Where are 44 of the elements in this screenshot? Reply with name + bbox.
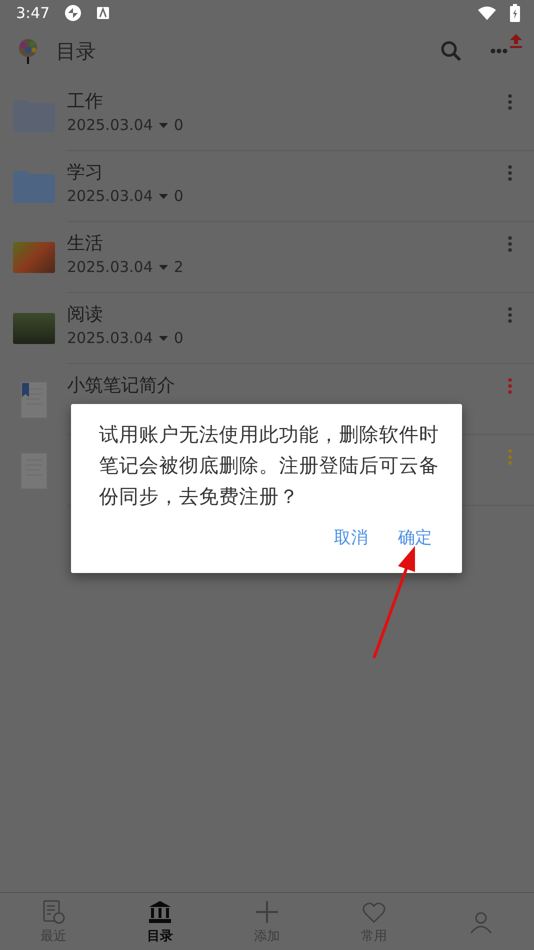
more-vertical-icon[interactable] xyxy=(508,94,512,110)
photo-placeholder xyxy=(12,313,54,344)
more-vertical-icon[interactable] xyxy=(508,307,512,323)
note-title[interactable]: 工作 xyxy=(67,89,103,113)
dialog-button[interactable]: 取消 xyxy=(332,524,370,551)
more-options-icon[interactable] xyxy=(490,48,508,54)
document-icon xyxy=(20,380,48,418)
heart-icon xyxy=(362,900,386,924)
note-title[interactable]: 小筑笔记简介 xyxy=(67,373,175,397)
more-vertical-icon[interactable] xyxy=(508,449,512,465)
count-text: 0 xyxy=(174,329,184,347)
dialog-message: 试用账户无法使用此功能，删除软件时笔记会被彻底删除。注册登陆后可云备份同步，去免费注册？ xyxy=(99,422,440,510)
note-title[interactable]: 阅读 xyxy=(67,302,103,326)
search-icon[interactable] xyxy=(440,40,462,62)
more-vertical-icon[interactable] xyxy=(508,378,512,394)
nav-tab[interactable]: 目录 xyxy=(106,893,214,950)
date-text: 2025.03.04 xyxy=(67,258,153,276)
keyboard-icon xyxy=(96,6,110,20)
date-text: 2025.03.04 xyxy=(67,187,153,205)
status-time: 3:47 xyxy=(16,4,50,22)
count-text: 2 xyxy=(174,258,184,276)
sync-icon xyxy=(64,4,82,22)
note-title[interactable]: 生活 xyxy=(67,231,103,255)
person-icon xyxy=(468,910,493,934)
dropdown-caret-icon[interactable] xyxy=(158,336,168,340)
header-title: 目录 xyxy=(56,38,97,64)
date-text: 2025.03.04 xyxy=(67,329,153,347)
dialog-button[interactable]: 确定 xyxy=(396,524,434,551)
count-text: 0 xyxy=(174,187,184,205)
more-vertical-icon[interactable] xyxy=(508,165,512,181)
dropdown-caret-icon[interactable] xyxy=(158,122,168,128)
recent-notes-icon xyxy=(41,900,66,924)
count-text: 0 xyxy=(174,116,184,134)
add-icon xyxy=(254,900,279,924)
photo-placeholder xyxy=(12,242,54,273)
wifi-icon xyxy=(478,6,496,20)
dropdown-caret-icon[interactable] xyxy=(158,264,168,270)
upload-icon[interactable] xyxy=(510,34,522,48)
date-text: 2025.03.04 xyxy=(67,116,153,134)
battery-icon xyxy=(510,4,520,22)
library-icon xyxy=(148,900,172,924)
dropdown-caret-icon[interactable] xyxy=(158,194,168,198)
note-title[interactable]: 学习 xyxy=(67,160,103,184)
more-vertical-icon[interactable] xyxy=(508,236,512,252)
